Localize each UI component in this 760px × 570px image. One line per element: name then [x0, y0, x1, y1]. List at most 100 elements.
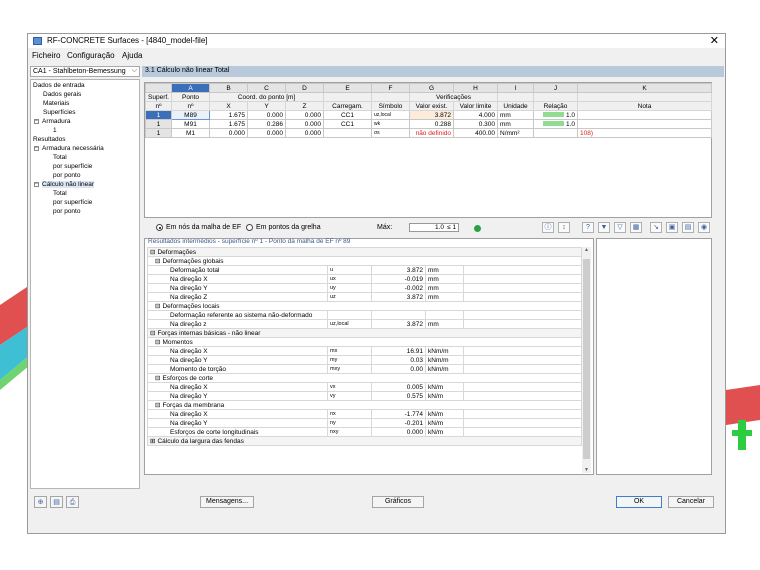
result-group-cell[interactable]: ⊟ Deformações — [146, 247, 583, 257]
result-group-cell[interactable]: ⊟ Forças internas básicas - não linear — [146, 328, 583, 338]
filter-icon[interactable]: ? — [582, 222, 594, 233]
collapse-icon[interactable]: ⊟ — [155, 339, 160, 346]
calculator-icon[interactable]: ⊕ — [34, 496, 47, 508]
cell-surf[interactable]: 1 — [145, 128, 172, 138]
result-group-row[interactable]: ⊟ Deformações globais — [146, 256, 583, 266]
eye-icon[interactable]: ◉ — [698, 222, 710, 233]
cell-point[interactable]: M91 — [171, 119, 210, 129]
cell-x[interactable]: 0.000 — [209, 128, 248, 138]
cell-note[interactable]: 108) — [577, 128, 712, 138]
cell-value[interactable]: 3.872 — [409, 110, 454, 120]
nav-item[interactable]: por ponto — [53, 208, 80, 215]
col-letter[interactable]: D — [285, 83, 324, 93]
table-row[interactable]: 1 M91 1.675 0.286 0.000 CC1 wk 0.288 0.3… — [145, 119, 712, 129]
nav-item[interactable]: Materiais — [43, 100, 69, 107]
cell-symbol[interactable]: uz,local — [371, 110, 410, 120]
nav-item[interactable]: Dados de entrada — [33, 82, 85, 89]
messages-button[interactable]: Mensagens... — [200, 496, 254, 508]
cell-y[interactable]: 0.286 — [247, 119, 286, 129]
col-letter[interactable]: H — [453, 83, 498, 93]
ok-button[interactable]: OK — [616, 496, 662, 508]
radio-grid-points-label[interactable]: Em pontos da grelha — [256, 224, 321, 231]
radio-grid-points[interactable] — [246, 224, 253, 231]
cell-point[interactable]: M1 — [171, 128, 210, 138]
cell-limit[interactable]: 0.300 — [453, 119, 498, 129]
col-letter[interactable]: C — [247, 83, 286, 93]
chevron-down-icon[interactable]: ⌵ — [132, 67, 137, 75]
col-letter[interactable]: A — [171, 83, 210, 93]
radio-fe-nodes[interactable] — [156, 224, 163, 231]
table-row[interactable]: 1 M1 0.000 0.000 0.000 σs não definido 4… — [145, 128, 712, 138]
collapse-icon[interactable]: ⊟ — [155, 303, 160, 310]
result-group-cell[interactable]: ⊟ Esforços de corte — [146, 373, 583, 383]
menu-configuracao[interactable]: Configuração — [67, 51, 115, 60]
cell-z[interactable]: 0.000 — [285, 128, 324, 138]
nav-item[interactable]: Superfícies — [43, 109, 76, 116]
scroll-up-icon[interactable]: ▲ — [582, 247, 591, 253]
cell-ratio[interactable] — [533, 128, 578, 138]
collapse-icon[interactable]: ⊟ — [155, 258, 160, 265]
nav-item[interactable]: Resultados — [33, 136, 66, 143]
result-group-cell[interactable]: ⊟ Deformações locais — [146, 301, 583, 311]
result-group-row[interactable]: ⊟ Forças da membrana — [146, 400, 583, 410]
cell-z[interactable]: 0.000 — [285, 110, 324, 120]
cell-value[interactable]: 0.288 — [409, 119, 454, 129]
result-group-row[interactable]: ⊟ Deformações locais — [146, 301, 583, 311]
result-group-cell[interactable]: ⊟ Deformações globais — [146, 256, 583, 266]
nav-item[interactable]: Armadura — [42, 118, 71, 125]
cell-load[interactable] — [323, 128, 372, 138]
nav-item[interactable]: Total — [53, 154, 67, 161]
table-icon[interactable]: ▤ — [682, 222, 694, 233]
vertical-scrollbar[interactable]: ▲ ▼ — [582, 247, 591, 473]
cell-surf[interactable]: 1 — [145, 119, 172, 129]
nav-item[interactable]: 1 — [53, 127, 57, 134]
cell-note[interactable] — [577, 119, 712, 129]
radio-fe-nodes-label[interactable]: Em nós da malha de EF — [166, 224, 241, 231]
result-group-row[interactable]: ⊞ Cálculo da largura das fendas — [146, 436, 583, 446]
cell-y[interactable]: 0.000 — [247, 128, 286, 138]
cell-unit[interactable]: mm — [497, 110, 534, 120]
cell-load[interactable]: CC1 — [323, 119, 372, 129]
result-group-cell[interactable]: ⊟ Momentos — [146, 337, 583, 347]
collapse-icon[interactable]: − — [34, 146, 39, 151]
case-select[interactable]: CA1 - Stahlbeton-Bemessung ⌵ — [30, 66, 140, 77]
cell-load[interactable]: CC1 — [323, 110, 372, 120]
result-group-cell[interactable]: ⊟ Forças da membrana — [146, 400, 583, 410]
collapse-icon[interactable]: ⊟ — [150, 249, 155, 256]
cell-ratio[interactable]: 1.0 — [533, 119, 578, 129]
collapse-icon[interactable]: ⊟ — [150, 330, 155, 337]
view-icon[interactable]: ▣ — [666, 222, 678, 233]
cell-ratio[interactable]: 1.0 — [533, 110, 578, 120]
scroll-down-icon[interactable]: ▼ — [582, 467, 591, 473]
cell-surf[interactable]: 1 — [145, 110, 172, 120]
nav-item-selected[interactable]: Cálculo não linear — [42, 181, 95, 188]
col-letter[interactable]: B — [209, 83, 248, 93]
col-letter[interactable]: G — [409, 83, 454, 93]
result-group-cell[interactable]: ⊞ Cálculo da largura das fendas — [146, 436, 583, 446]
cancel-button[interactable]: Cancelar — [668, 496, 714, 508]
expand-icon[interactable]: ⊞ — [150, 438, 155, 445]
cell-symbol[interactable]: wk — [371, 119, 410, 129]
color-icon[interactable]: ▦ — [630, 222, 642, 233]
graphics-button[interactable]: Gráficos — [372, 496, 424, 508]
nav-item[interactable]: Total — [53, 190, 67, 197]
filter-funnel-icon[interactable]: ▼ — [598, 222, 610, 233]
cell-value[interactable]: não definido — [409, 128, 454, 138]
cell-z[interactable]: 0.000 — [285, 119, 324, 129]
cell-limit[interactable]: 4.000 — [453, 110, 498, 120]
collapse-icon[interactable]: ⊟ — [155, 402, 160, 409]
menu-ajuda[interactable]: Ajuda — [122, 51, 142, 60]
nav-item[interactable]: Armadura necessária — [42, 145, 104, 152]
cell-unit[interactable]: mm — [497, 119, 534, 129]
collapse-icon[interactable]: ⊟ — [155, 375, 160, 382]
col-letter[interactable]: I — [497, 83, 534, 93]
col-letter[interactable]: K — [577, 83, 712, 93]
cell-unit[interactable]: N/mm² — [497, 128, 534, 138]
result-group-row[interactable]: ⊟ Momentos — [146, 337, 583, 347]
filter-ratio-icon[interactable]: ▽ — [614, 222, 626, 233]
info-icon[interactable]: ⓘ — [542, 222, 554, 233]
cell-y[interactable]: 0.000 — [247, 110, 286, 120]
collapse-icon[interactable]: − — [34, 182, 39, 187]
jump-icon[interactable]: ↘ — [650, 222, 662, 233]
collapse-icon[interactable]: − — [34, 119, 39, 124]
